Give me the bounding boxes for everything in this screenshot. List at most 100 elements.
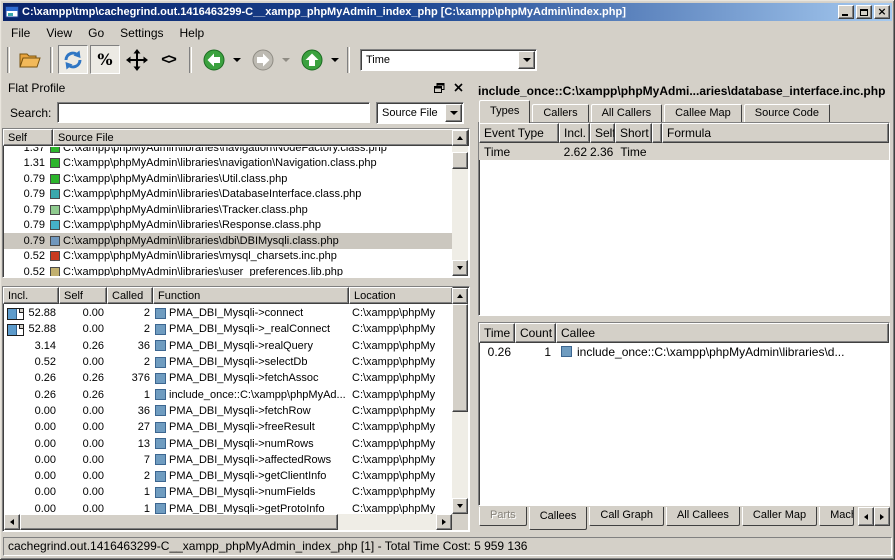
function-icon [155, 487, 166, 498]
back-button[interactable] [199, 45, 229, 74]
function-row[interactable]: 0.000.002PMA_DBI_Mysqli->getClientInfoC:… [4, 468, 452, 484]
toolbar-handle[interactable] [7, 47, 10, 73]
up-button[interactable] [297, 45, 327, 74]
function-row[interactable]: 0.520.002PMA_DBI_Mysqli->selectDbC:\xamp… [4, 354, 452, 370]
scroll-up-button[interactable] [452, 288, 468, 304]
column-header[interactable]: Time [479, 323, 515, 343]
callee-row[interactable]: 0.261include_once::C:\xampp\phpMyAdmin\l… [479, 343, 889, 360]
flat-profile-row[interactable]: 0.52C:\xampp\phpMyAdmin\libraries\mysql_… [4, 249, 452, 265]
function-row[interactable]: 52.880.002PMA_DBI_Mysqli->_realConnectC:… [4, 321, 452, 337]
column-header[interactable]: Called [107, 287, 153, 304]
open-file-button[interactable] [15, 45, 45, 74]
self-value: 0.52 [4, 250, 48, 262]
function-row[interactable]: 0.000.001PMA_DBI_Mysqli->getProtoInfoC:\… [4, 501, 452, 514]
maximize-button[interactable] [856, 5, 872, 19]
up-history-dropdown[interactable] [328, 47, 341, 73]
flat-profile-row[interactable]: 0.52C:\xampp\phpMyAdmin\libraries\user_p… [4, 264, 452, 276]
percent-relative-button[interactable]: % [90, 45, 120, 74]
tabs-scroll-left-button[interactable] [858, 507, 874, 526]
column-header[interactable]: Callee [556, 323, 889, 343]
column-header[interactable]: Count [515, 323, 556, 343]
event-type-selector[interactable]: Time [360, 49, 537, 71]
column-header[interactable]: Incl. [559, 123, 590, 143]
combo-dropdown-button[interactable] [445, 104, 462, 122]
scroll-right-button[interactable] [436, 514, 452, 530]
scrollbar-thumb[interactable] [452, 304, 468, 412]
called-value: 27 [108, 421, 154, 433]
column-header[interactable]: Location [349, 287, 453, 304]
flat-profile-row[interactable]: 1.31C:\xampp\phpMyAdmin\libraries\naviga… [4, 156, 452, 172]
tab-callers[interactable]: Callers [532, 104, 588, 123]
tab-callee-map[interactable]: Callee Map [664, 104, 742, 123]
tab-callees[interactable]: Callees [529, 507, 588, 530]
horizontal-scrollbar[interactable] [4, 514, 452, 530]
arrow-down-icon [457, 504, 463, 508]
scrollbar-thumb[interactable] [20, 514, 338, 530]
menu-item-file[interactable]: File [3, 24, 38, 42]
back-history-dropdown[interactable] [230, 47, 243, 73]
menu-item-settings[interactable]: Settings [112, 24, 171, 42]
cycle-detection-button[interactable]: <> [154, 45, 184, 74]
close-button[interactable]: × [874, 5, 890, 19]
function-row[interactable]: 3.140.2636PMA_DBI_Mysqli->realQueryC:\xa… [4, 338, 452, 354]
flat-profile-row[interactable]: 0.79C:\xampp\phpMyAdmin\libraries\Respon… [4, 218, 452, 234]
function-cell: PMA_DBI_Mysqli->getClientInfo [154, 470, 350, 482]
function-row[interactable]: 0.000.001PMA_DBI_Mysqli->numFieldsC:\xam… [4, 484, 452, 500]
tab-machine[interactable]: Machine [819, 507, 854, 526]
tab-all-callers[interactable]: All Callers [591, 104, 663, 123]
dock-float-button[interactable] [432, 81, 447, 95]
tab-call-graph[interactable]: Call Graph [589, 507, 664, 526]
menu-item-view[interactable]: View [38, 24, 80, 42]
combo-dropdown-button[interactable] [518, 51, 535, 69]
flat-profile-row[interactable]: 0.79C:\xampp\phpMyAdmin\libraries\Databa… [4, 187, 452, 203]
scroll-down-button[interactable] [452, 498, 468, 514]
pan-button[interactable] [122, 45, 152, 74]
column-header[interactable]: Function [153, 287, 349, 304]
function-row[interactable]: 0.260.261include_once::C:\xampp\phpMyAd.… [4, 386, 452, 402]
function-row[interactable]: 0.000.0036PMA_DBI_Mysqli->fetchRowC:\xam… [4, 403, 452, 419]
menu-item-help[interactable]: Help [172, 24, 213, 42]
minimize-button[interactable] [838, 5, 854, 19]
dock-close-button[interactable] [451, 81, 466, 95]
function-row[interactable]: 0.260.26376PMA_DBI_Mysqli->fetchAssocC:\… [4, 370, 452, 386]
function-icon [155, 405, 166, 416]
column-header[interactable]: Self [590, 123, 615, 143]
scrollbar-thumb[interactable] [452, 152, 468, 169]
column-header[interactable]: Incl. [3, 287, 59, 304]
grouping-selector[interactable]: Source File [376, 102, 464, 124]
incl-cell: 0.00 [4, 405, 60, 417]
column-header[interactable]: Self [59, 287, 107, 304]
column-header[interactable]: Source File [53, 129, 469, 146]
column-header[interactable]: Self [3, 129, 53, 146]
column-header[interactable]: Short [615, 123, 652, 143]
tab-all-callees[interactable]: All Callees [666, 507, 740, 526]
status-message: cachegrind.out.1416463299-C__xampp_phpMy… [3, 537, 892, 556]
function-row[interactable]: 0.000.0013PMA_DBI_Mysqli->numRowsC:\xamp… [4, 435, 452, 451]
search-input[interactable] [57, 102, 370, 123]
column-header[interactable]: Formula [662, 123, 889, 143]
function-row[interactable]: 52.880.002PMA_DBI_Mysqli->connectC:\xamp… [4, 305, 452, 321]
function-row[interactable]: 0.000.007PMA_DBI_Mysqli->affectedRowsC:\… [4, 452, 452, 468]
flat-profile-row[interactable]: 0.79C:\xampp\phpMyAdmin\libraries\Tracke… [4, 202, 452, 218]
scroll-up-button[interactable] [452, 130, 468, 146]
flat-profile-row[interactable]: 0.79C:\xampp\phpMyAdmin\libraries\Util.c… [4, 171, 452, 187]
flat-profile-row[interactable]: 0.79C:\xampp\phpMyAdmin\libraries\dbi\DB… [4, 233, 452, 249]
event-name: Time [479, 145, 559, 159]
menu-item-go[interactable]: Go [80, 24, 112, 42]
scroll-down-button[interactable] [452, 260, 468, 276]
tab-types[interactable]: Types [479, 100, 530, 123]
flat-profile-row[interactable]: 1.37C:\xampp\phpMyAdmin\libraries\naviga… [4, 147, 452, 156]
tab-caller-map[interactable]: Caller Map [742, 507, 817, 526]
title-bar[interactable]: C:\xampp\tmp\cachegrind.out.1416463299-C… [3, 3, 892, 21]
function-row[interactable]: 0.000.0027PMA_DBI_Mysqli->freeResultC:\x… [4, 419, 452, 435]
reload-button[interactable] [58, 45, 88, 74]
vertical-scrollbar[interactable] [452, 288, 468, 514]
tabs-scroll-right-button[interactable] [874, 507, 890, 526]
scroll-left-button[interactable] [4, 514, 20, 530]
flat-profile-dock-titlebar[interactable]: Flat Profile [2, 78, 470, 97]
tab-source-code[interactable]: Source Code [744, 104, 830, 123]
event-type-row[interactable]: Time2.622.36Time [479, 143, 889, 160]
vertical-scrollbar[interactable] [452, 130, 468, 276]
column-header[interactable]: Event Type [479, 123, 559, 143]
column-header[interactable] [652, 123, 662, 143]
